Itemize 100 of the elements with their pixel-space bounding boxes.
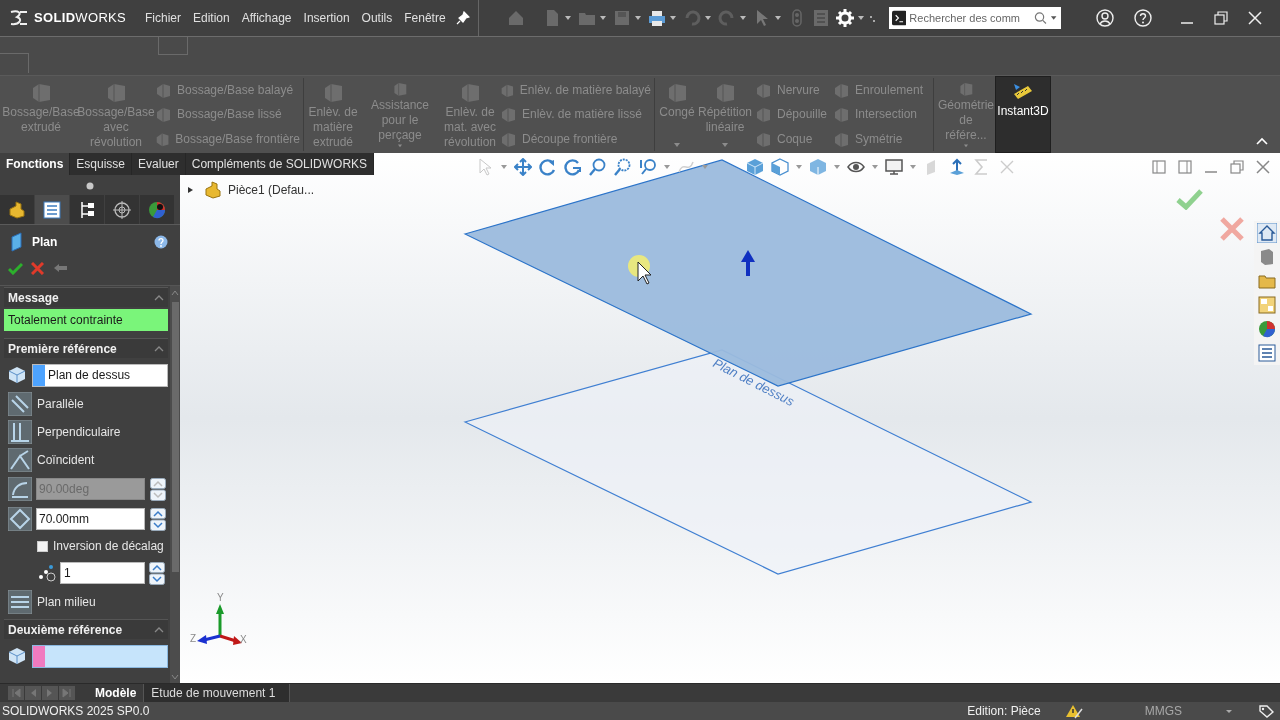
menu-item[interactable]: Fichier	[145, 9, 181, 27]
collapse-icon	[154, 294, 164, 301]
tab[interactable]: Etude de mouvement 1	[143, 684, 291, 702]
selection-field[interactable]: Plan de dessus	[32, 363, 168, 387]
section-view-icon[interactable]	[771, 158, 789, 176]
input-field[interactable]: 70.00mm	[36, 508, 145, 530]
print-icon[interactable]	[647, 9, 666, 27]
caret-icon[interactable]	[834, 163, 840, 171]
panel-tab[interactable]	[70, 195, 104, 224]
caret-icon[interactable]	[796, 163, 802, 171]
view-palette-icon[interactable]	[1257, 295, 1277, 315]
spin-buttons[interactable]	[150, 507, 166, 531]
caret-icon[interactable]	[702, 163, 708, 171]
mid-plane-icon	[8, 590, 32, 614]
option-button[interactable]: Plan milieu	[4, 591, 168, 613]
confirm-icon[interactable]	[8, 261, 23, 275]
rotate-icon[interactable]	[539, 158, 557, 176]
panel-title: Plan	[32, 234, 58, 251]
display-style-icon[interactable]	[809, 158, 827, 176]
spin-buttons[interactable]	[150, 477, 166, 501]
appearance-icon[interactable]	[1257, 319, 1277, 339]
zoom-icon[interactable]	[589, 158, 607, 176]
section-header[interactable]: Première référence	[4, 338, 168, 358]
caret-icon[interactable]	[664, 163, 670, 171]
cube-icon[interactable]	[746, 158, 764, 176]
tile-icon[interactable]	[1152, 160, 1166, 174]
zoom-icon[interactable]	[639, 158, 657, 176]
feature-icon	[754, 81, 772, 100]
expand-icon[interactable]	[186, 186, 194, 194]
caret-icon[interactable]	[910, 163, 916, 171]
menu-item[interactable]: Fenêtre	[404, 9, 446, 27]
menu-item[interactable]: Insertion	[303, 9, 350, 27]
caret-icon	[962, 143, 970, 149]
settings-icon[interactable]	[835, 9, 854, 27]
cancel-icon[interactable]	[31, 261, 44, 275]
splitter-handle[interactable]	[86, 182, 94, 190]
tree-item[interactable]: Pièce1 (Defau...	[228, 181, 315, 199]
selection-field[interactable]	[32, 644, 168, 668]
caret-icon[interactable]	[563, 14, 572, 22]
search-box[interactable]: Rechercher des comm	[888, 7, 1061, 29]
tile-icon[interactable]	[1178, 160, 1192, 174]
collapse-icon[interactable]	[1256, 137, 1268, 145]
appearance-icon	[147, 199, 167, 220]
menu-item[interactable]: Affichage	[241, 9, 292, 27]
caret-icon[interactable]	[773, 14, 782, 22]
panel-tab[interactable]	[35, 195, 69, 224]
move-icon[interactable]	[514, 158, 532, 176]
tab[interactable]: Compléments de SOLIDWORKS	[185, 153, 375, 175]
feature-icon	[459, 81, 481, 103]
feature-icon	[754, 105, 772, 124]
caret-icon[interactable]	[598, 14, 607, 22]
scroll-down-icon[interactable]	[171, 674, 179, 680]
feature-icon	[30, 81, 52, 103]
tag-icon[interactable]	[1258, 704, 1274, 718]
caret-icon[interactable]	[872, 163, 878, 171]
monitor-icon[interactable]	[885, 158, 903, 176]
properties-icon[interactable]	[1257, 343, 1277, 363]
panel-tab[interactable]	[105, 195, 139, 224]
scroll-up-icon[interactable]	[171, 290, 179, 296]
checkbox[interactable]	[37, 540, 48, 552]
panel-tab[interactable]	[0, 195, 34, 224]
direction-arrow[interactable]	[741, 250, 755, 276]
user-icon[interactable]	[1096, 9, 1114, 27]
parallel-icon	[8, 392, 32, 416]
menu-item[interactable]: Outils	[361, 9, 393, 27]
caret-icon[interactable]	[501, 163, 507, 171]
help-icon[interactable]	[1134, 9, 1152, 27]
units-text[interactable]: MMGS	[1144, 702, 1182, 720]
option-button[interactable]: Parallèle	[4, 393, 168, 415]
normal-to-icon[interactable]	[948, 158, 966, 176]
input-field[interactable]: 1	[60, 562, 145, 584]
panel-tab[interactable]	[140, 195, 174, 224]
terminal-icon	[891, 10, 907, 26]
home-icon[interactable]	[1257, 223, 1277, 243]
feature-icon	[154, 105, 172, 124]
caret-icon[interactable]	[738, 14, 747, 22]
tab[interactable]: Esquisse	[70, 153, 133, 175]
logo-text: SOLIDWORKS	[34, 9, 127, 28]
caret-icon[interactable]	[703, 14, 712, 22]
caret-icon[interactable]	[633, 14, 642, 22]
zoom-area-icon[interactable]	[614, 158, 632, 176]
caret-icon[interactable]	[1226, 708, 1232, 714]
caret-icon[interactable]	[856, 14, 865, 22]
option-button[interactable]: Perpendiculaire	[4, 421, 168, 443]
search-field[interactable]: Rechercher des comm	[909, 9, 1032, 27]
option-button[interactable]: Coïncident	[4, 449, 168, 471]
restore-icon[interactable]	[1214, 11, 1228, 25]
scrollbar[interactable]	[170, 286, 180, 683]
scrollbar-thumb[interactable]	[171, 302, 179, 572]
spin-buttons[interactable]	[149, 561, 165, 585]
more-icon[interactable]	[868, 13, 877, 23]
menu-item[interactable]: Edition	[193, 9, 230, 27]
section-header[interactable]: Deuxième référence	[4, 619, 168, 639]
coincident-icon	[8, 448, 32, 472]
section-header[interactable]: Message	[4, 287, 168, 307]
ribbon-button[interactable]: Instant3D	[995, 76, 1051, 153]
rotate-icon[interactable]	[564, 158, 582, 176]
tab[interactable]: Evaluer	[132, 153, 186, 175]
help-icon[interactable]	[154, 235, 168, 249]
caret-icon[interactable]	[668, 14, 677, 22]
